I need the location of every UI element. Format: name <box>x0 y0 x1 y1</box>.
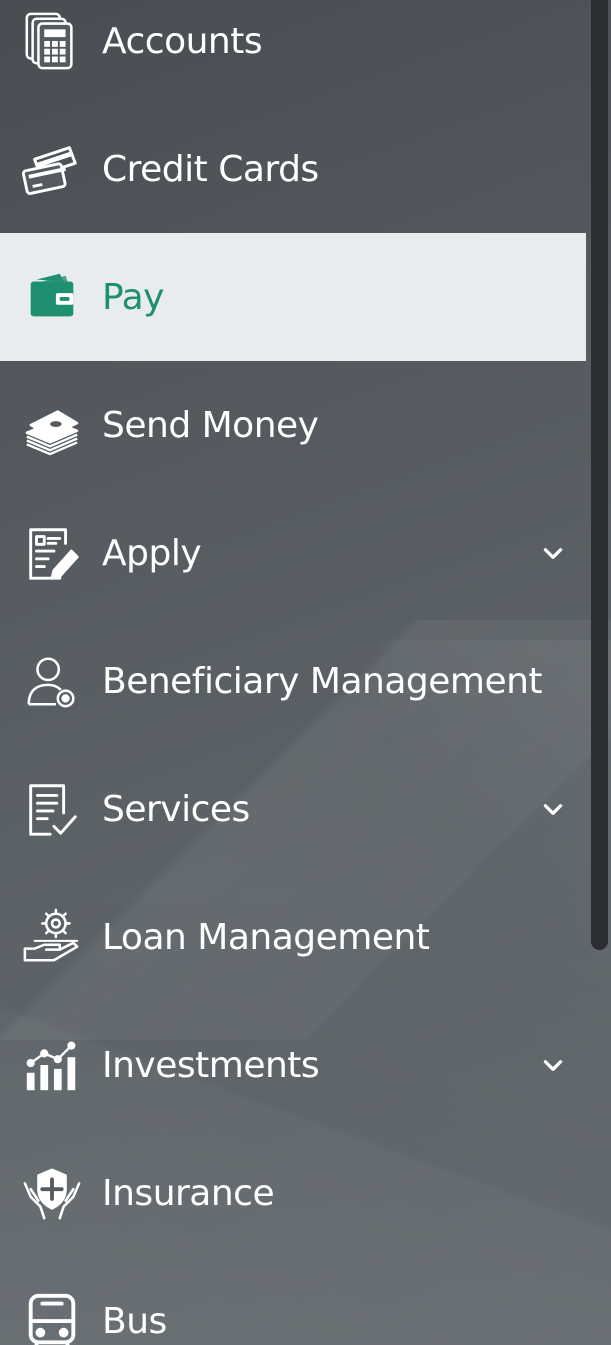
credit-cards-icon <box>20 137 84 201</box>
sidebar-item-label: Loan Management <box>102 916 430 958</box>
chevron-down-icon[interactable] <box>538 1050 568 1080</box>
sidebar-item-label: Investments <box>102 1044 320 1086</box>
document-check-icon <box>20 777 84 841</box>
bus-icon <box>20 1289 84 1345</box>
sidebar-item-credit-cards[interactable]: Credit Cards <box>0 105 586 233</box>
chevron-down-icon[interactable] <box>538 538 568 568</box>
sidebar-item-label: Services <box>102 788 250 830</box>
sidebar-item-label: Insurance <box>102 1172 275 1214</box>
sidebar-item-apply[interactable]: Apply <box>0 489 586 617</box>
accounts-calculator-icon <box>20 9 84 73</box>
sidebar-item-bus[interactable]: Bus <box>0 1257 586 1345</box>
sidebar-item-send-money[interactable]: Send Money <box>0 361 586 489</box>
sidebar-item-pay[interactable]: Pay <box>0 233 586 361</box>
sidebar-item-label: Beneficiary Management <box>102 660 543 702</box>
form-edit-icon <box>20 521 84 585</box>
wallet-icon <box>20 265 84 329</box>
sidebar-item-beneficiary-management[interactable]: Beneficiary Management <box>0 617 586 745</box>
sidebar-item-label: Bus <box>102 1300 167 1342</box>
sidebar-item-insurance[interactable]: Insurance <box>0 1129 586 1257</box>
shield-hands-icon <box>20 1161 84 1225</box>
sidebar-item-investments[interactable]: Investments <box>0 1001 586 1129</box>
sidebar-item-accounts[interactable]: Accounts <box>0 0 586 105</box>
growth-chart-icon <box>20 1033 84 1097</box>
sidebar-item-label: Credit Cards <box>102 148 319 190</box>
scrollbar-thumb[interactable] <box>591 0 608 950</box>
sidebar-item-label: Send Money <box>102 404 319 446</box>
sidebar-menu: Accounts Credit Cards Pay Send Money App… <box>0 0 611 1345</box>
sidebar-item-services[interactable]: Services <box>0 745 586 873</box>
sidebar-item-loan-management[interactable]: Loan Management <box>0 873 586 1001</box>
user-settings-icon <box>20 649 84 713</box>
chevron-down-icon[interactable] <box>538 794 568 824</box>
money-stack-icon <box>20 393 84 457</box>
sidebar-item-label: Accounts <box>102 20 263 62</box>
hand-gear-icon <box>20 905 84 969</box>
sidebar-item-label: Apply <box>102 532 202 574</box>
sidebar-item-label: Pay <box>102 276 164 318</box>
